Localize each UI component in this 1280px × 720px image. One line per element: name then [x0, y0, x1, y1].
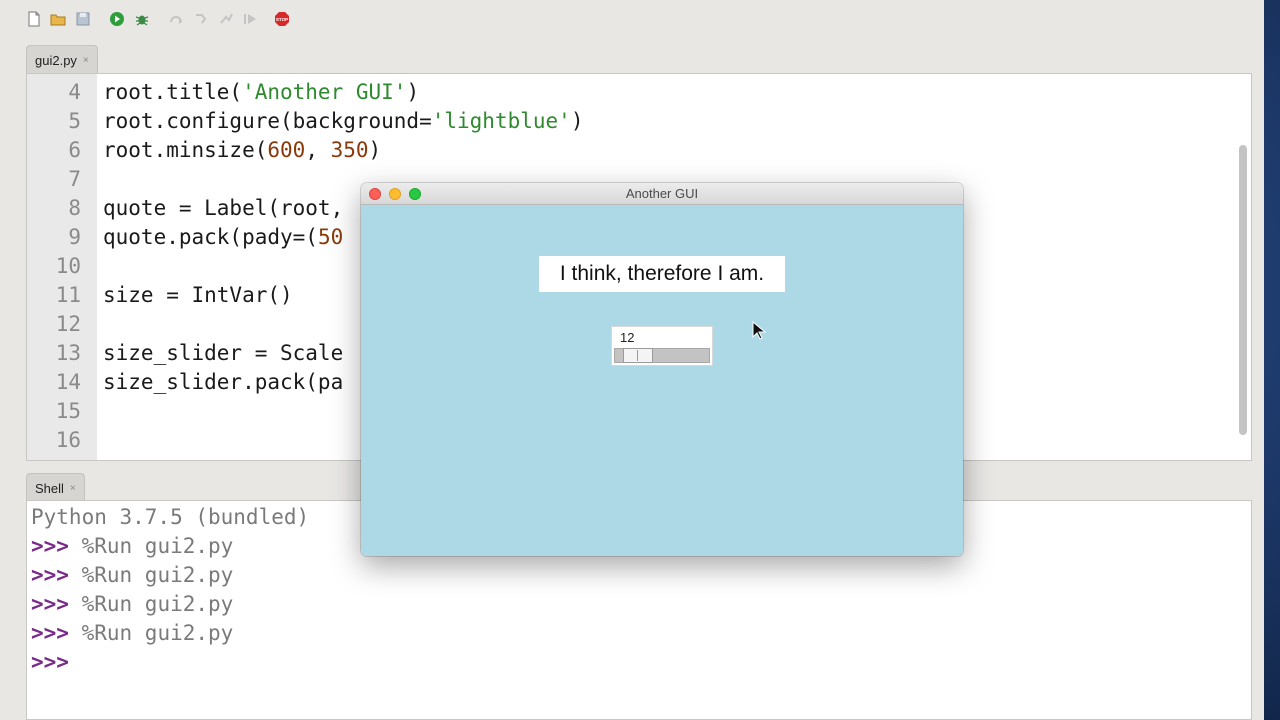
- shell-line: >>> %Run gui2.py: [31, 590, 233, 619]
- code-token: 'lightblue': [431, 109, 571, 133]
- step-into-icon[interactable]: [193, 11, 209, 27]
- code-token: ): [406, 80, 420, 104]
- code-token: 50: [317, 225, 344, 249]
- code-text: root.minsize(600, 350): [103, 136, 381, 165]
- code-token: size_slider.pack(pa: [103, 370, 344, 394]
- code-token: ,: [305, 138, 331, 162]
- save-icon[interactable]: [75, 11, 91, 27]
- line-number: 16: [55, 428, 81, 452]
- shell-line: >>> %Run gui2.py: [31, 532, 233, 561]
- code-text: root.title('Another GUI'): [103, 78, 419, 107]
- run-icon[interactable]: [109, 11, 125, 27]
- line-number: 15: [55, 399, 81, 423]
- shell-command: %Run gui2.py: [81, 534, 234, 558]
- tab-shell[interactable]: Shell ×: [26, 473, 85, 502]
- code-token: size_slider = Scale: [103, 341, 344, 365]
- line-number: 11: [55, 283, 81, 307]
- slider-value: 12: [620, 330, 635, 345]
- resume-icon[interactable]: [242, 11, 258, 27]
- code-text: size = IntVar(): [103, 281, 293, 310]
- window-titlebar[interactable]: Another GUI: [361, 183, 963, 205]
- window-content: I think, therefore I am. 12: [361, 205, 963, 556]
- shell-line: >>> %Run gui2.py: [31, 561, 233, 590]
- line-number: 10: [55, 254, 81, 278]
- shell-command: %Run gui2.py: [81, 621, 234, 645]
- shell-line: >>> %Run gui2.py: [31, 619, 233, 648]
- step-over-icon[interactable]: [168, 11, 184, 27]
- code-token: 350: [330, 138, 369, 162]
- code-token: size = IntVar(): [103, 283, 293, 307]
- shell-banner: Python 3.7.5 (bundled): [31, 505, 310, 529]
- code-token: root.configure(background=: [103, 109, 432, 133]
- slider-trough[interactable]: [614, 348, 710, 363]
- line-number: 7: [68, 167, 81, 191]
- code-token: 600: [267, 138, 306, 162]
- shell-prompt: >>>: [31, 592, 69, 616]
- tk-window: Another GUI I think, therefore I am. 12: [361, 183, 963, 556]
- line-number: 14: [55, 370, 81, 394]
- tab-gui2-py[interactable]: gui2.py ×: [26, 45, 98, 74]
- shell-prompt: >>>: [31, 621, 69, 645]
- line-number: 12: [55, 312, 81, 336]
- slider-handle[interactable]: [623, 348, 653, 363]
- new-file-icon[interactable]: [26, 11, 42, 27]
- code-token: root.title(: [103, 80, 243, 104]
- editor-scrollbar[interactable]: [1239, 145, 1247, 435]
- stop-icon[interactable]: STOP: [274, 11, 290, 27]
- line-number: 4: [68, 80, 81, 104]
- shell-prompt: >>>: [31, 650, 69, 674]
- code-text: size_slider.pack(pa: [103, 368, 343, 397]
- line-number: 13: [55, 341, 81, 365]
- mouse-cursor-icon: [752, 320, 767, 341]
- size-slider[interactable]: 12: [611, 326, 713, 366]
- svg-text:STOP: STOP: [276, 17, 288, 22]
- code-line: 6 root.minsize(600, 350): [27, 136, 1227, 165]
- code-line: 5 root.configure(background='lightblue'): [27, 107, 1227, 136]
- tab-label: gui2.py: [35, 52, 77, 68]
- step-out-icon[interactable]: [218, 11, 234, 27]
- line-number: 6: [68, 138, 81, 162]
- code-text: quote.pack(pady=(50: [103, 223, 343, 252]
- tab-label: Shell: [35, 480, 64, 496]
- code-token: quote = Label(root,: [103, 196, 344, 220]
- code-token: 'Another GUI': [242, 80, 407, 104]
- line-number: 8: [68, 196, 81, 220]
- shell-prompt: >>>: [31, 563, 69, 587]
- close-tab-icon[interactable]: ×: [83, 55, 89, 66]
- shell-command: %Run gui2.py: [81, 592, 234, 616]
- close-tab-icon[interactable]: ×: [70, 483, 76, 494]
- window-title: Another GUI: [625, 186, 699, 201]
- shell-input-line[interactable]: >>>: [31, 648, 69, 677]
- code-token: ): [570, 109, 584, 133]
- shell-prompt: >>>: [31, 534, 69, 558]
- shell-command: %Run gui2.py: [81, 563, 234, 587]
- quote-label: I think, therefore I am.: [539, 256, 785, 292]
- line-number: 5: [68, 109, 81, 133]
- code-token: quote.pack(pady=(: [103, 225, 318, 249]
- code-token: root.minsize(: [103, 138, 268, 162]
- toolbar: STOP: [0, 0, 1264, 40]
- line-number: 9: [68, 225, 81, 249]
- code-token: ): [368, 138, 382, 162]
- code-text: root.configure(background='lightblue'): [103, 107, 583, 136]
- open-folder-icon[interactable]: [50, 11, 66, 27]
- debug-icon[interactable]: [134, 11, 150, 27]
- code-line: 4 root.title('Another GUI'): [27, 78, 1227, 107]
